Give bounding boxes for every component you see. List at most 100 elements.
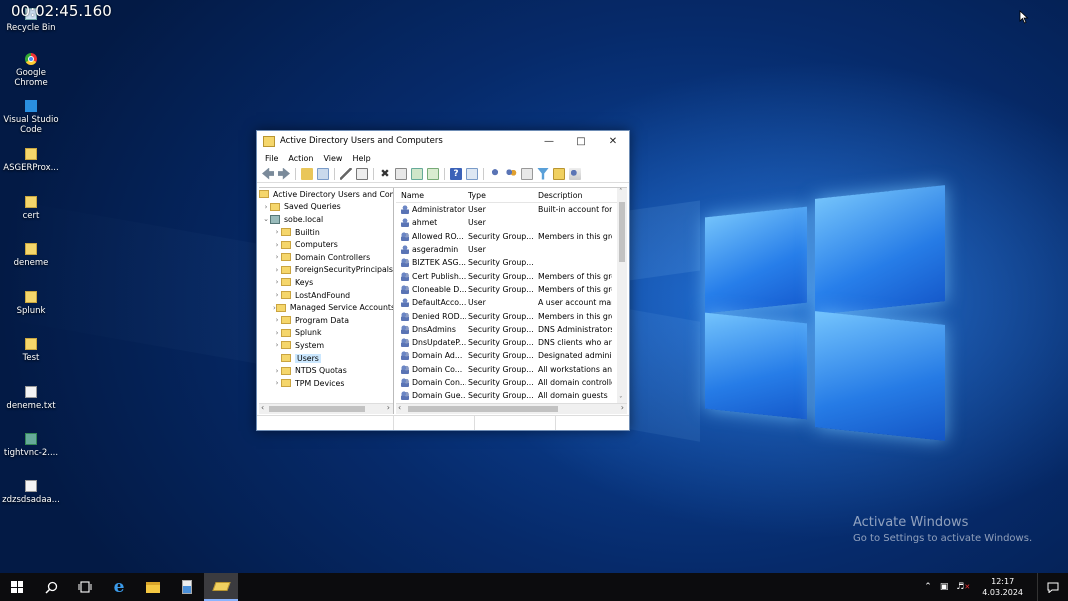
tree-item-builtin[interactable]: › Builtin	[259, 226, 393, 239]
desktop-icon-chrome[interactable]: Google Chrome	[0, 53, 62, 88]
scrollbar-thumb[interactable]	[619, 202, 625, 262]
aduc-window[interactable]: Active Directory Users and Computers — □…	[256, 130, 630, 431]
delete-icon[interactable]: ✖	[379, 167, 391, 180]
scroll-left-arrow-icon[interactable]: ‹	[398, 403, 401, 412]
list-item[interactable]: Allowed RO... Security Group... Members in…	[396, 230, 627, 243]
column-header-description[interactable]: Description	[536, 191, 612, 200]
column-header-type[interactable]: Type	[466, 191, 536, 200]
list-item[interactable]: asgeradmin User	[396, 243, 627, 256]
volume-muted-icon[interactable]: ♬✕	[956, 582, 970, 592]
menu-file[interactable]: File	[265, 154, 278, 163]
scroll-right-arrow-icon[interactable]: ›	[621, 403, 624, 412]
close-button[interactable]: ✕	[597, 136, 629, 147]
chevron-right-icon[interactable]: ›	[273, 367, 281, 375]
find-icon[interactable]	[553, 167, 565, 180]
tree-item-ntds-quotas[interactable]: › NTDS Quotas	[259, 364, 393, 377]
tree-item-program-data[interactable]: › Program Data	[259, 314, 393, 327]
list-item[interactable]: DnsAdmins Security Group... DNS Administra…	[396, 323, 627, 336]
desktop-icon-test[interactable]: Test	[0, 338, 62, 363]
chevron-right-icon[interactable]: ›	[273, 329, 281, 337]
list-item[interactable]: Administrator User Built-in account for	[396, 203, 627, 216]
refresh-icon[interactable]	[411, 167, 423, 180]
tree-item-root[interactable]: Active Directory Users and Com	[259, 188, 393, 201]
search-button[interactable]	[34, 573, 68, 601]
cut-icon[interactable]	[340, 167, 352, 180]
new-group-icon[interactable]	[505, 167, 517, 180]
properties-icon[interactable]	[395, 167, 407, 180]
up-folder-icon[interactable]	[301, 167, 313, 180]
chevron-right-icon[interactable]: ›	[273, 316, 281, 324]
list-item[interactable]: Denied ROD... Security Group... Members in…	[396, 309, 627, 322]
scroll-up-arrow-icon[interactable]: ˆ	[619, 188, 623, 196]
list-item[interactable]: Domain Con... Security Group... All domain…	[396, 376, 627, 389]
scroll-left-arrow-icon[interactable]: ‹	[261, 403, 264, 412]
start-button[interactable]	[0, 573, 34, 601]
tree-horizontal-scrollbar[interactable]: ‹ ›	[259, 403, 393, 414]
show-console-tree-icon[interactable]	[317, 167, 329, 180]
add-to-group-icon[interactable]	[569, 167, 581, 180]
list-item[interactable]: Domain Co... Security Group... All worksta…	[396, 363, 627, 376]
chevron-right-icon[interactable]: ›	[273, 291, 281, 299]
tree-item-domain-controllers[interactable]: › Domain Controllers	[259, 251, 393, 264]
chevron-right-icon[interactable]: ›	[273, 379, 281, 387]
maximize-button[interactable]: □	[565, 136, 597, 147]
column-header-name[interactable]: Name	[396, 191, 466, 200]
tree-item-saved-queries[interactable]: › Saved Queries	[259, 201, 393, 214]
desktop-icon-splunk[interactable]: Splunk	[0, 291, 62, 316]
tree-item-managed-service-accounts[interactable]: › Managed Service Accounts	[259, 301, 393, 314]
new-ou-icon[interactable]	[521, 167, 533, 180]
chevron-right-icon[interactable]: ›	[262, 203, 270, 211]
desktop-icon-deneme-txt[interactable]: deneme.txt	[0, 386, 62, 411]
tree-item-system[interactable]: › System	[259, 339, 393, 352]
forward-arrow-icon[interactable]	[278, 167, 290, 180]
network-icon[interactable]: ▣	[940, 582, 949, 592]
tree-item-users[interactable]: Users	[259, 352, 393, 365]
desktop-icon-deneme[interactable]: deneme	[0, 243, 62, 268]
help-icon[interactable]: ?	[450, 167, 462, 180]
scroll-right-arrow-icon[interactable]: ›	[387, 403, 390, 412]
chevron-right-icon[interactable]: ›	[273, 278, 281, 286]
tree-item-foreign-security-principals[interactable]: › ForeignSecurityPrincipals	[259, 264, 394, 277]
list-vertical-scrollbar[interactable]: ˆ ˇ	[617, 188, 627, 404]
desktop-icon-cert[interactable]: cert	[0, 196, 62, 221]
list-item[interactable]: BIZTEK ASG... Security Group...	[396, 256, 627, 269]
chevron-right-icon[interactable]: ›	[273, 253, 281, 261]
chevron-up-icon[interactable]: ⌃	[924, 582, 932, 592]
taskbar-aduc[interactable]	[204, 573, 238, 601]
copy-icon[interactable]	[356, 167, 368, 180]
tree-item-domain[interactable]: ⌄ sobe.local	[259, 213, 393, 226]
filter-icon[interactable]	[537, 167, 549, 180]
taskbar-ie[interactable]: e	[102, 573, 136, 601]
list-item[interactable]: Cert Publish... Security Group... Members …	[396, 269, 627, 282]
chevron-right-icon[interactable]: ›	[273, 341, 281, 349]
export-list-icon[interactable]	[427, 167, 439, 180]
desktop-icon-zdzsdsadaa[interactable]: zdzsdsadaa...	[0, 480, 62, 505]
tree-item-splunk[interactable]: › Splunk	[259, 327, 393, 340]
list-item[interactable]: Domain Gue... Security Group... All domain…	[396, 389, 627, 402]
list-horizontal-scrollbar[interactable]: ‹ ›	[396, 403, 627, 414]
clock[interactable]: 12:17 4.03.2024	[982, 576, 1023, 598]
chevron-right-icon[interactable]: ›	[273, 228, 281, 236]
list-item[interactable]: DnsUpdateP... Security Group... DNS client…	[396, 336, 627, 349]
list-item[interactable]: Domain Ad... Security Group... Designated …	[396, 349, 627, 362]
tree-item-lost-and-found[interactable]: › LostAndFound	[259, 289, 393, 302]
menu-action[interactable]: Action	[288, 154, 313, 163]
list-item[interactable]: ahmet User	[396, 216, 627, 229]
chevron-right-icon[interactable]: ›	[273, 266, 281, 274]
menu-view[interactable]: View	[323, 154, 342, 163]
list-item[interactable]: Cloneable D... Security Group... Members o…	[396, 283, 627, 296]
tree-item-tpm-devices[interactable]: › TPM Devices	[259, 377, 393, 390]
tree-item-computers[interactable]: › Computers	[259, 238, 393, 251]
task-view-button[interactable]	[68, 573, 102, 601]
scrollbar-thumb[interactable]	[408, 406, 558, 412]
desktop-icon-tightvnc[interactable]: tightvnc-2....	[0, 433, 62, 458]
desktop-icon-vscode[interactable]: Visual Studio Code	[0, 100, 62, 135]
chevron-down-icon[interactable]: ⌄	[262, 215, 270, 223]
chevron-right-icon[interactable]: ›	[273, 241, 281, 249]
tree-item-keys[interactable]: › Keys	[259, 276, 393, 289]
taskbar-server-manager[interactable]	[170, 573, 204, 601]
minimize-button[interactable]: —	[533, 136, 565, 147]
window-titlebar[interactable]: Active Directory Users and Computers — □…	[257, 131, 629, 151]
new-user-icon[interactable]	[489, 167, 501, 180]
back-arrow-icon[interactable]	[262, 167, 274, 180]
